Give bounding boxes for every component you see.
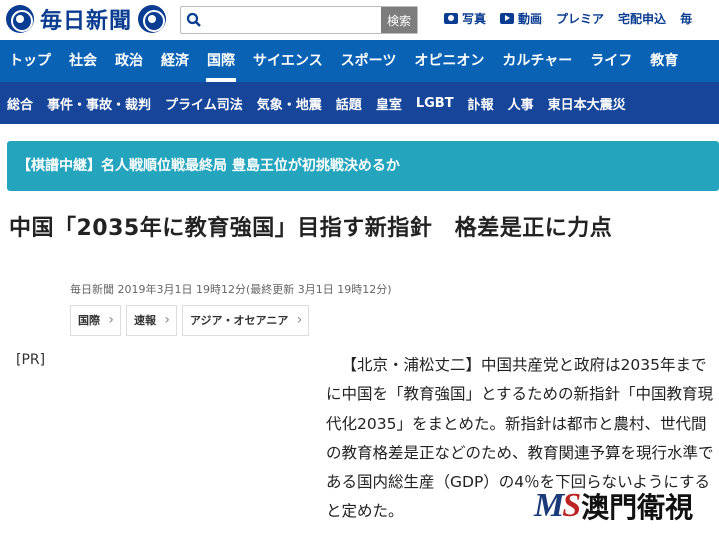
subnav-item-incidents[interactable]: 事件・事故・裁判 <box>40 94 158 113</box>
subnav-item-general[interactable]: 総合 <box>0 94 40 113</box>
search-input[interactable] <box>207 7 381 33</box>
watermark-ms: MS <box>534 487 581 524</box>
subnav-item-earthquake[interactable]: 東日本大震災 <box>541 94 633 113</box>
premier-link[interactable]: プレミア <box>556 10 604 27</box>
secondary-nav: 総合 事件・事故・裁判 プライム司法 気象・地震 話題 皇室 LGBT 訃報 人… <box>0 82 719 124</box>
subnav-item-obituary[interactable]: 訃報 <box>461 94 501 113</box>
search-bar: 検索 <box>180 6 418 34</box>
search-button[interactable]: 検索 <box>381 7 417 33</box>
nav-item-top[interactable]: トップ <box>0 40 60 82</box>
nav-item-politics[interactable]: 政治 <box>106 40 152 82</box>
subnav-item-weather[interactable]: 気象・地震 <box>250 94 329 113</box>
photo-link-label: 写真 <box>462 12 487 26</box>
subnav-item-personnel[interactable]: 人事 <box>501 94 541 113</box>
search-icon <box>181 7 207 33</box>
nav-item-education[interactable]: 教育 <box>641 40 687 82</box>
play-icon <box>500 13 515 24</box>
logo-emblem-icon <box>138 5 167 33</box>
site-header: 毎日新聞 検索 写真 動画 プレミア 宅配申込 毎 <box>0 0 719 40</box>
tag-asia-oceania[interactable]: アジア・オセアニア <box>182 305 310 336</box>
subnav-item-topics[interactable]: 話題 <box>329 94 369 113</box>
tag-breaking[interactable]: 速報 <box>126 305 177 336</box>
nav-item-sports[interactable]: スポーツ <box>332 40 406 82</box>
video-link[interactable]: 動画 <box>500 10 542 27</box>
more-link[interactable]: 毎 <box>680 10 692 27</box>
primary-nav: トップ 社会 政治 経済 国際 サイエンス スポーツ オピニオン カルチャー ラ… <box>0 40 719 82</box>
pr-label: [PR] <box>16 352 46 368</box>
subnav-item-prime-justice[interactable]: プライム司法 <box>158 94 250 113</box>
video-link-label: 動画 <box>518 12 543 26</box>
nav-item-life[interactable]: ライフ <box>581 40 641 82</box>
article-tags: 国際 速報 アジア・オセアニア <box>70 305 310 336</box>
watermark-text: 澳門衛視 <box>581 491 694 524</box>
nav-item-economy[interactable]: 経済 <box>152 40 198 82</box>
nav-item-science[interactable]: サイエンス <box>244 40 332 82</box>
photo-link[interactable]: 写真 <box>444 10 486 27</box>
nav-item-culture[interactable]: カルチャー <box>493 40 581 82</box>
camera-icon <box>444 13 458 24</box>
nav-item-international[interactable]: 国際 <box>198 40 244 82</box>
delivery-link[interactable]: 宅配申込 <box>618 10 666 27</box>
breaking-banner[interactable]: 【棋譜中継】名人戦順位戦最終局 豊島王位が初挑戦決めるか <box>7 141 719 191</box>
article-headline: 中国「2035年に教育強国」目指す新指針 格差是正に力点 <box>9 216 613 241</box>
tag-international[interactable]: 国際 <box>70 305 121 336</box>
subnav-item-imperial[interactable]: 皇室 <box>369 94 409 113</box>
subnav-item-lgbt[interactable]: LGBT <box>409 96 461 111</box>
nav-item-society[interactable]: 社会 <box>60 40 106 82</box>
site-logo[interactable]: 毎日新聞 <box>6 4 167 34</box>
article-meta: 毎日新聞 2019年3月1日 19時12分(最終更新 3月1日 19時12分) <box>70 283 392 296</box>
logo-text: 毎日新聞 <box>40 8 133 34</box>
watermark-logo: MS 澳門衛視 <box>534 486 693 526</box>
logo-emblem-icon <box>6 5 34 33</box>
nav-item-opinion[interactable]: オピニオン <box>405 40 493 82</box>
header-links: 写真 動画 プレミア 宅配申込 毎 <box>444 10 692 27</box>
